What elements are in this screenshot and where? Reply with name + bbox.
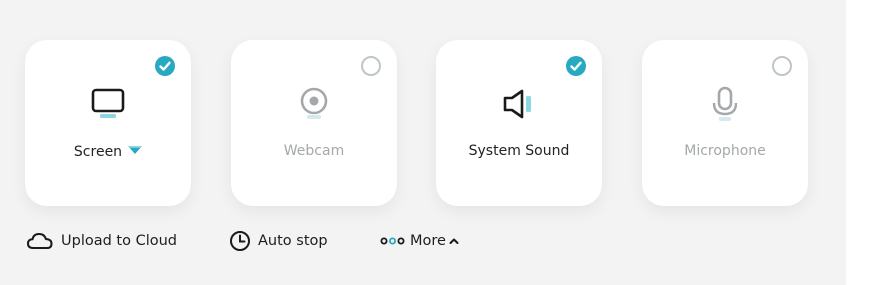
more-dots-icon <box>380 236 405 246</box>
unchecked-circle-icon[interactable] <box>361 56 381 76</box>
source-card-microphone[interactable]: Microphone <box>642 40 808 206</box>
source-label-microphone: Microphone <box>684 143 766 159</box>
auto-stop-option[interactable]: Auto stop <box>229 228 328 254</box>
webcam-icon <box>294 86 334 122</box>
microphone-icon <box>705 86 745 122</box>
monitor-icon <box>88 86 128 122</box>
window-edge <box>846 0 870 285</box>
source-card-screen[interactable]: Screen <box>25 40 191 206</box>
auto-stop-label: Auto stop <box>258 233 328 249</box>
upload-to-cloud-option[interactable]: Upload to Cloud <box>26 228 177 254</box>
checkmark-icon[interactable] <box>155 56 175 76</box>
dropdown-triangle-icon[interactable] <box>128 143 143 159</box>
upload-label: Upload to Cloud <box>61 233 177 249</box>
chevron-up-icon <box>449 237 459 245</box>
more-option[interactable]: More <box>380 228 459 254</box>
source-label-system-sound: System Sound <box>468 143 570 159</box>
source-label-webcam: Webcam <box>283 143 345 159</box>
speaker-icon <box>499 86 539 122</box>
more-label: More <box>410 233 446 249</box>
source-label-screen: Screen <box>25 143 191 160</box>
unchecked-circle-icon[interactable] <box>772 56 792 76</box>
checkmark-icon[interactable] <box>566 56 586 76</box>
clock-icon <box>229 230 251 252</box>
source-card-system-sound[interactable]: System Sound <box>436 40 602 206</box>
source-card-webcam[interactable]: Webcam <box>231 40 397 206</box>
cloud-icon <box>26 231 54 251</box>
